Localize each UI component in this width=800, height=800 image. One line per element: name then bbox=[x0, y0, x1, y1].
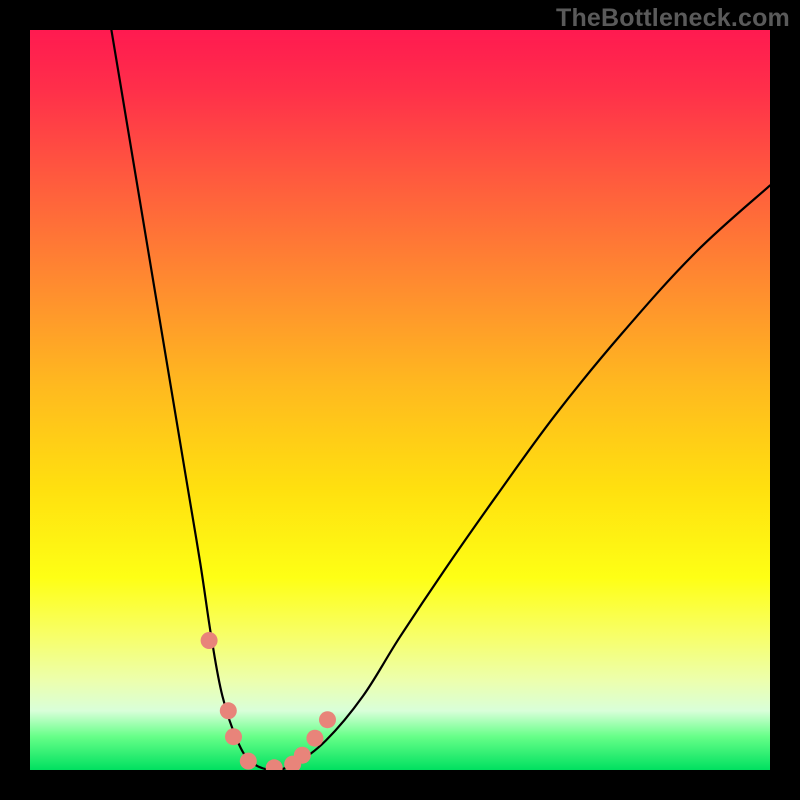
marker-p2 bbox=[220, 702, 237, 719]
marker-p4 bbox=[240, 753, 257, 770]
marker-p8 bbox=[306, 730, 323, 747]
watermark-text: TheBottleneck.com bbox=[556, 4, 790, 33]
plot-area bbox=[30, 30, 770, 770]
chart-frame: TheBottleneck.com bbox=[0, 0, 800, 800]
marker-p9 bbox=[319, 711, 336, 728]
marker-p3 bbox=[225, 728, 242, 745]
marker-p1 bbox=[201, 632, 218, 649]
curve-overlay bbox=[30, 30, 770, 770]
marker-p5 bbox=[266, 759, 283, 770]
marker-p7 bbox=[294, 747, 311, 764]
bottleneck-curve bbox=[111, 30, 770, 770]
